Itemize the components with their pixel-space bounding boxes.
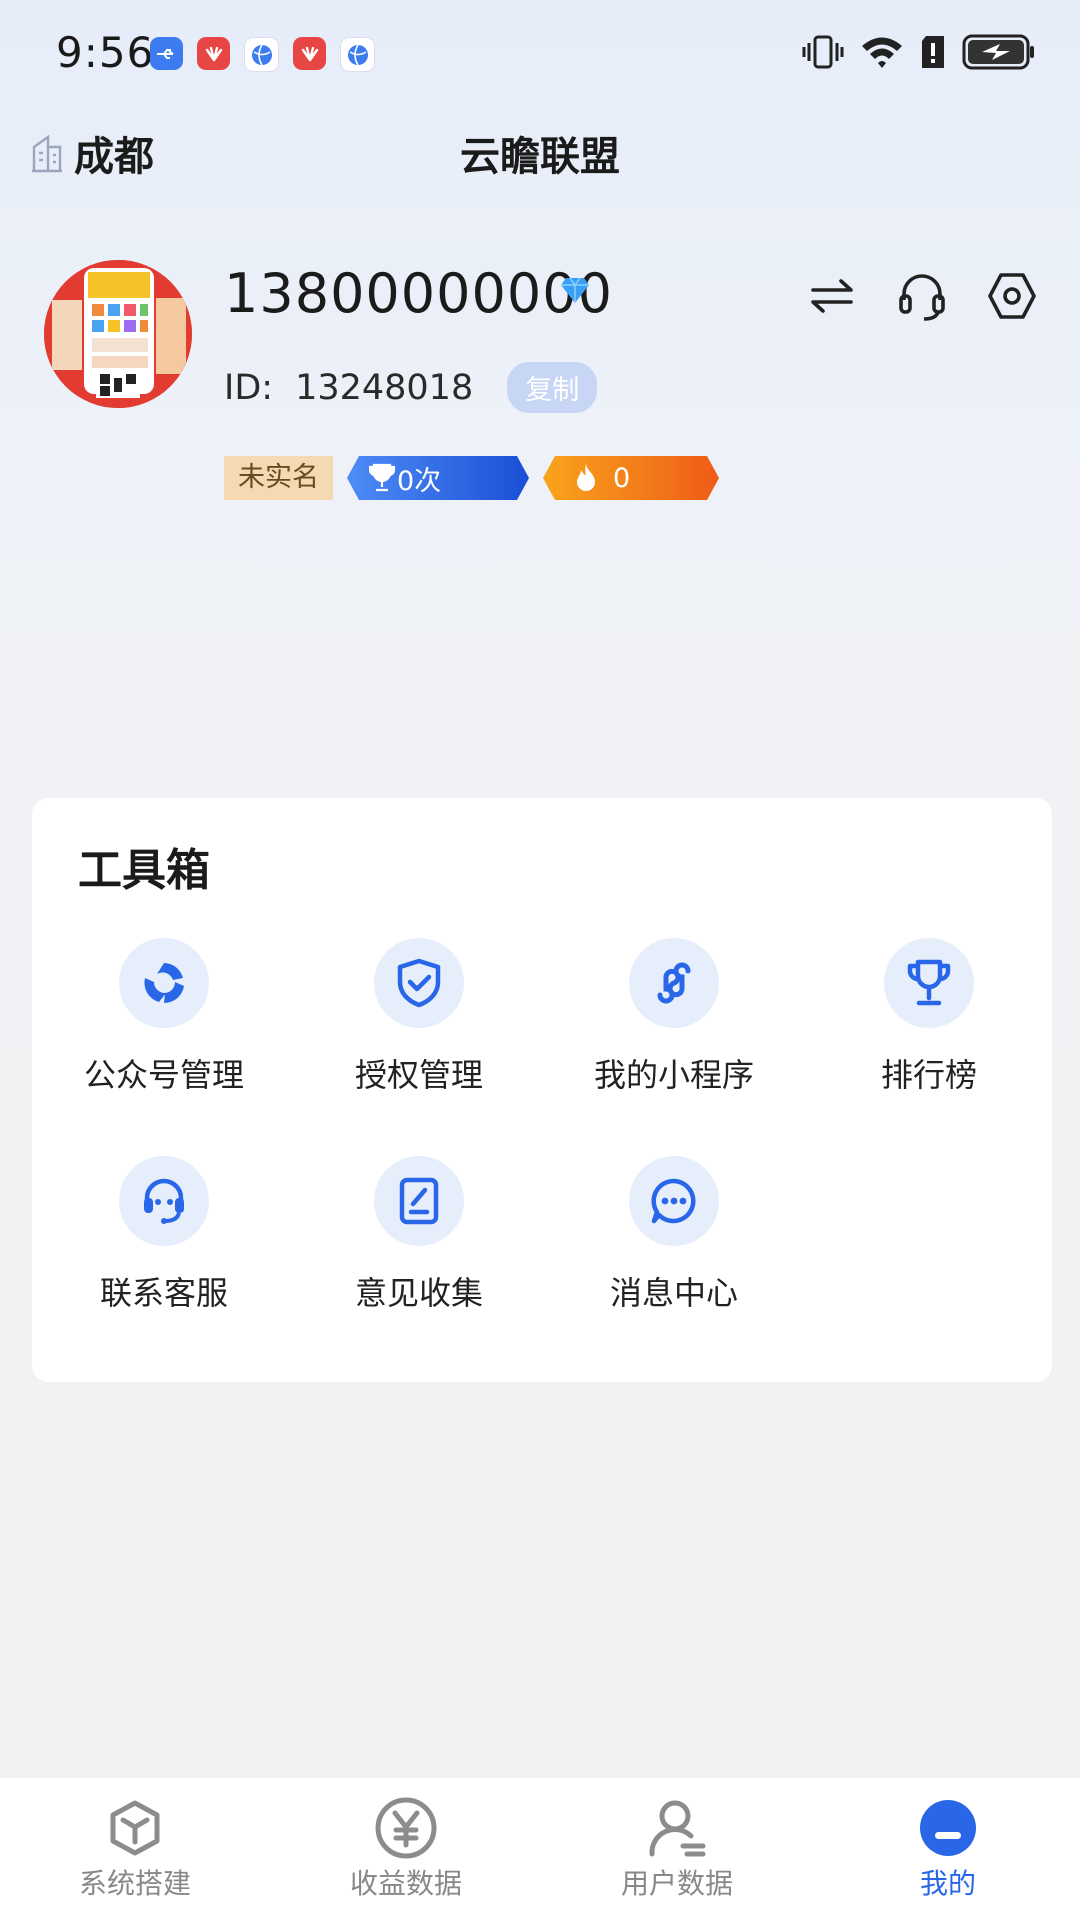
tool-feedback[interactable]: 意见收集 [304,1156,534,1314]
copy-button[interactable]: 复制 [507,362,598,413]
system-icons [802,34,1036,70]
customer-service-icon [144,1178,184,1224]
switch-account-button[interactable] [804,268,860,324]
me-icon [920,1800,976,1856]
fire-icon [577,464,595,491]
trophy-badge: 0次 [347,456,529,500]
tool-message-center[interactable]: 消息中心 [559,1156,789,1314]
user-id-row: ID: 13248018 复制 [224,362,598,413]
status-time: 9:56 [56,28,155,77]
user-icon [649,1800,706,1857]
diamond-icon [561,277,589,303]
swap-icon [811,279,853,313]
phone-number: 13800000000 [224,262,613,325]
user-id-label: ID: [224,367,274,408]
tool-authorization[interactable]: 授权管理 [304,938,534,1096]
tool-label: 意见收集 [354,1274,483,1312]
tab-revenue-data[interactable]: 收益数据 [306,1796,506,1902]
trophy-count: 0次 [397,465,442,497]
tool-label: 我的小程序 [593,1056,754,1094]
tab-label: 系统搭建 [78,1867,191,1900]
tool-leaderboard[interactable]: 排行榜 [814,938,1044,1096]
tab-bar: 系统搭建 收益数据 用户数据 我的 [0,1778,1080,1920]
tool-label: 联系客服 [99,1274,228,1312]
toolbox-title: 工具箱 [78,845,210,896]
tab-me[interactable]: 我的 [848,1796,1048,1902]
sim-alert-icon [922,36,944,68]
yuan-icon [375,1797,437,1859]
fire-count: 0 [613,462,631,494]
badges: 未实名 0次 0 [224,456,719,500]
tab-label: 我的 [919,1867,976,1900]
cube-icon [110,1800,160,1856]
trophy-icon [907,959,951,1006]
mini-program-icon [657,962,691,1004]
battery-charging-icon [962,34,1034,70]
tool-label: 公众号管理 [83,1056,244,1094]
tab-label: 用户数据 [620,1867,733,1900]
tool-label: 排行榜 [880,1056,977,1094]
tab-system-build[interactable]: 系统搭建 [35,1796,235,1902]
headset-icon [899,274,945,321]
header-actions [804,268,1040,324]
official-account-icon [144,963,184,1004]
toolbox-card: 工具箱 公众号管理 授权管理 我的小程序 排行榜 联系客服 意见收集 消息中心 [32,798,1052,1382]
avatar[interactable] [44,260,192,408]
notification-icons [150,37,375,72]
page-title: 云瞻联盟 [460,134,620,180]
message-icon [651,1178,696,1224]
huawei-notification-icon [197,37,230,70]
tool-mini-program[interactable]: 我的小程序 [559,938,789,1096]
user-id-value: 13248018 [295,367,474,408]
status-bar: 9:56 [0,0,1080,100]
shield-check-icon [397,958,441,1008]
settings-icon [988,273,1036,319]
usb-notification-icon [150,37,183,70]
browser-notification-icon [244,37,279,72]
tab-user-data[interactable]: 用户数据 [577,1796,777,1902]
customer-service-button[interactable] [894,268,950,324]
tool-customer-service[interactable]: 联系客服 [49,1156,279,1314]
wifi-icon [862,37,902,68]
browser-notification-icon [340,37,375,72]
verify-status-badge[interactable]: 未实名 [224,456,333,500]
tab-label: 收益数据 [349,1867,462,1900]
tool-official-account[interactable]: 公众号管理 [49,938,279,1096]
tool-label: 授权管理 [354,1056,483,1094]
huawei-notification-icon [293,37,326,70]
vibrate-icon [802,35,844,69]
feedback-icon [399,1177,439,1225]
tool-label: 消息中心 [609,1274,738,1312]
settings-button[interactable] [984,268,1040,324]
fire-badge: 0 [543,456,719,500]
trophy-icon [369,463,395,492]
